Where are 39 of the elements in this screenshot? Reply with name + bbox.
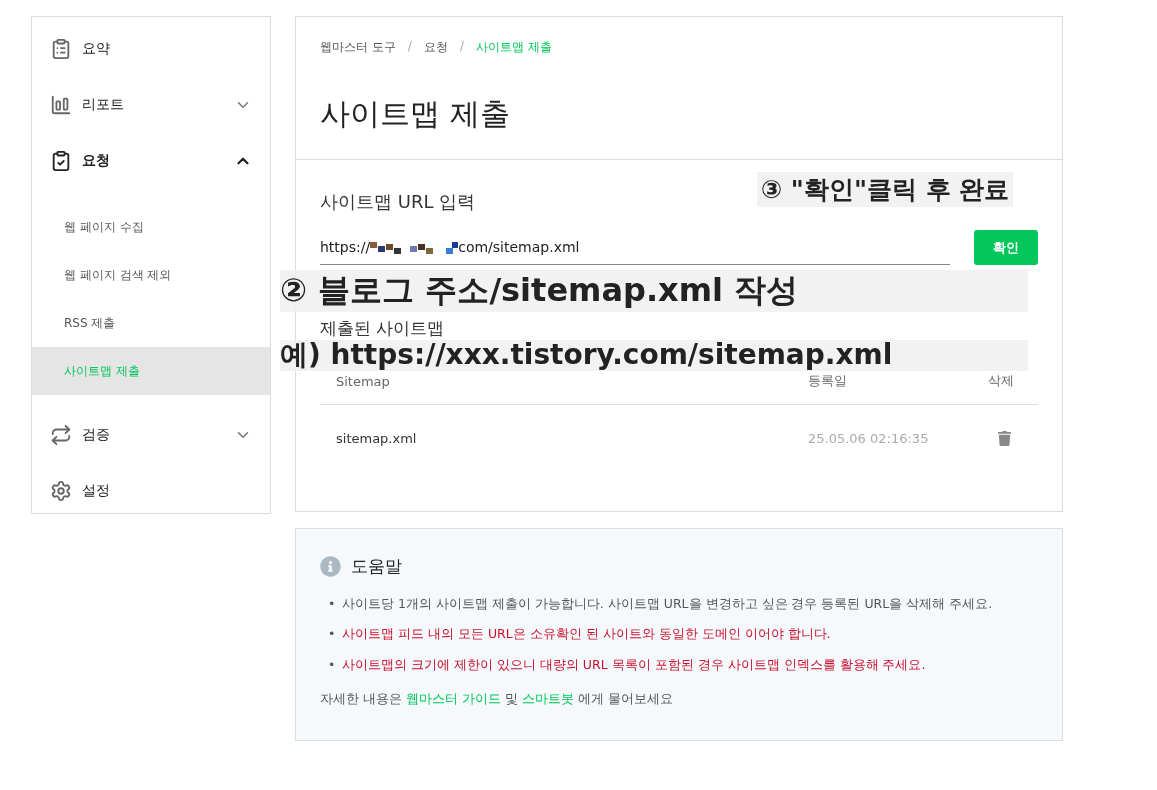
help-title: 도움말 — [351, 555, 402, 578]
help-bullet: 사이트맵의 크기에 제한이 있으니 대량의 URL 목록이 포함된 경우 사이트맵 인덱스를 활용해 주세요. — [342, 656, 926, 673]
column-header: 삭제 — [987, 372, 1015, 390]
sidebar-item[interactable]: 요약 — [32, 21, 270, 77]
help-bullet: 사이트맵 피드 내의 모든 URL은 소유확인 된 사이트와 동일한 도메인 이어야 합니다. — [342, 626, 831, 643]
annotation-callout: ③ "확인"클릭 후 완료 — [757, 172, 1014, 208]
url-label: 사이트맵 URL 입력 — [320, 190, 476, 214]
annotation-callout: ② 블로그 주소/sitemap.xml 작성 — [280, 270, 1028, 312]
sidebar-item[interactable]: 리포트 — [32, 77, 270, 133]
clipboard-check-icon — [50, 150, 72, 172]
page-title: 사이트맵 제출 — [320, 95, 511, 133]
trash-icon[interactable] — [997, 430, 1012, 446]
breadcrumb-link[interactable]: 요청 — [423, 39, 448, 56]
annotation-callout: 예) https://xxx.tistory.com/sitemap.xml — [280, 340, 1028, 371]
swap-arrows-icon — [50, 424, 72, 446]
bullet-marker: • — [328, 626, 337, 643]
bar-chart-icon — [50, 94, 72, 116]
sidebar-subitem[interactable]: 웹 페이지 검색 제외 — [32, 251, 270, 299]
url-input-field[interactable]: https:// com/sitemap.xml — [320, 230, 950, 265]
sidebar-item[interactable]: 요청 — [32, 133, 270, 189]
sidebar-subitem[interactable]: 웹 페이지 수집 — [32, 203, 270, 251]
sidebar-item[interactable]: 설정 — [32, 463, 270, 519]
sidebar-subitem[interactable]: RSS 제출 — [32, 299, 270, 347]
bullet-marker: • — [328, 596, 337, 613]
breadcrumb-link[interactable]: 웹마스터 도구 — [320, 39, 396, 56]
clipboard-icon — [50, 38, 72, 60]
info-icon — [320, 556, 341, 577]
submitted-heading: 제출된 사이트맵 — [320, 317, 446, 340]
table-cell-text: sitemap.xml — [336, 430, 418, 446]
help-sentence: 자세한 내용은 웹마스터 가이드 및 스마트봇 에게 물어보세요 — [320, 690, 674, 708]
sidebar-item[interactable]: 검증 — [32, 407, 270, 463]
bullet-marker: • — [328, 656, 337, 673]
column-header: Sitemap — [336, 373, 391, 389]
table-cell-text: 25.05.06 02:16:35 — [808, 430, 930, 446]
settings-icon — [50, 480, 72, 502]
breadcrumb-separator: / — [407, 39, 412, 55]
breadcrumb-separator: / — [459, 39, 464, 55]
column-header: 등록일 — [808, 372, 848, 390]
help-bullet: 사이트당 1개의 사이트맵 제출이 가능합니다. 사이트맵 URL을 변경하고 싶은 경우 등록된 URL을 삭제해 주세요. — [342, 596, 993, 613]
